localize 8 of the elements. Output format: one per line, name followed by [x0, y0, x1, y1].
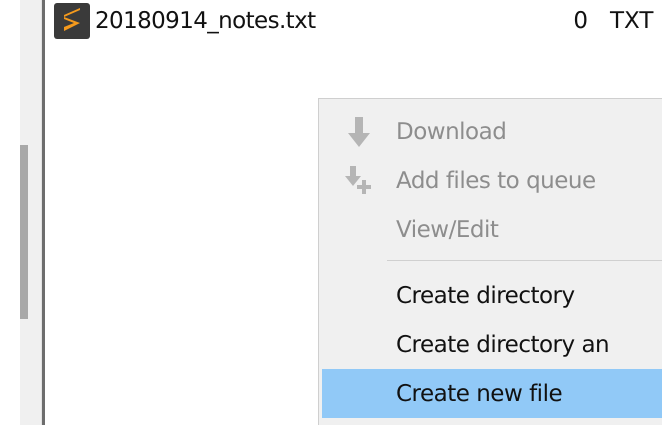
file-type: TXT: [610, 8, 654, 34]
file-name[interactable]: 20180914_notes.txt: [95, 8, 316, 34]
file-icon: [53, 2, 91, 40]
menu-item[interactable]: Create new file: [322, 369, 662, 418]
file-size: 0: [573, 8, 588, 34]
scrollbar[interactable]: [20, 0, 42, 425]
menu-item[interactable]: Create directory an: [322, 320, 662, 369]
menu-item[interactable]: Create directory: [322, 271, 662, 320]
